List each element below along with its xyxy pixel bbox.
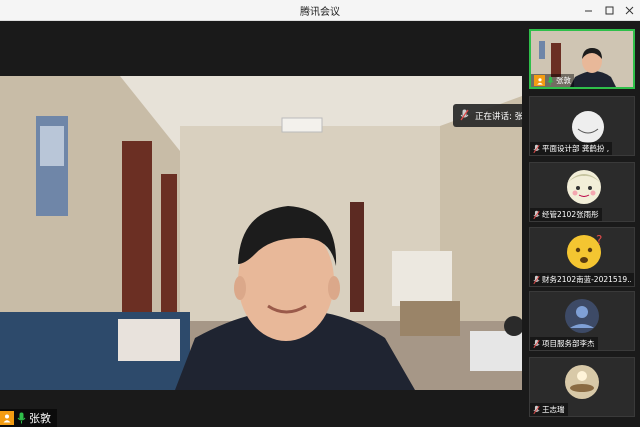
participant-name: 王志瑞 <box>542 405 565 414</box>
participant-label: 平面设计部 龚鹤扮 , <box>530 139 613 155</box>
mic-muted-icon <box>533 139 540 155</box>
window-title: 腾讯会议 <box>300 7 340 18</box>
participant-tile[interactable]: 项目服务部李杰 <box>529 291 635 351</box>
participant-tile[interactable]: 张敦 <box>529 29 635 89</box>
mic-muted-icon <box>533 205 540 221</box>
title-bar: 腾讯会议 <box>0 0 640 21</box>
maximize-icon[interactable] <box>600 2 618 18</box>
svg-text:?: ? <box>596 233 602 247</box>
user-icon <box>0 411 14 425</box>
participant-name: 项目服务部李杰 <box>542 339 595 348</box>
participant-name: 财务2102南蓝-2021519... <box>542 275 631 284</box>
participant-tile[interactable]: 经管2102张雨彤 <box>529 162 635 222</box>
speaker-video-frame <box>0 76 522 390</box>
participant-name: 张敦 <box>556 76 571 85</box>
main-video[interactable]: 张敦 <box>0 21 522 427</box>
participant-label: 财务2102南蓝-2021519... <box>530 273 634 286</box>
participant-name: 经管2102张雨彤 <box>542 210 599 219</box>
participant-name: 平面设计部 龚鹤扮 , <box>542 144 610 153</box>
participant-tile[interactable]: ? 财务2102南蓝-2021519... <box>529 227 635 287</box>
mic-muted-icon <box>460 106 469 125</box>
mic-muted-icon <box>533 400 540 416</box>
participant-label: 项目服务部李杰 <box>530 337 598 350</box>
participant-sidebar: 张敦 平面设计部 龚鹤扮 , 经管2102张雨彤 ? 财务2102南蓝-2021… <box>522 21 640 427</box>
main-video-name-tag: 张敦 <box>0 409 57 427</box>
mic-on-icon <box>17 409 26 427</box>
participant-tile[interactable]: 平面设计部 龚鹤扮 , <box>529 96 635 156</box>
mic-muted-icon <box>533 270 540 286</box>
main-speaker-name: 张敦 <box>29 412 51 425</box>
participant-label: 经管2102张雨彤 <box>530 208 602 221</box>
user-icon <box>534 75 545 86</box>
mic-muted-icon <box>533 334 540 350</box>
minimize-icon[interactable] <box>579 2 597 18</box>
mic-on-icon <box>547 71 554 87</box>
participant-label: 张敦 <box>531 74 574 87</box>
participant-tile[interactable]: 王志瑞 <box>529 357 635 417</box>
close-icon[interactable] <box>620 2 638 18</box>
participant-label: 王志瑞 <box>530 403 568 416</box>
